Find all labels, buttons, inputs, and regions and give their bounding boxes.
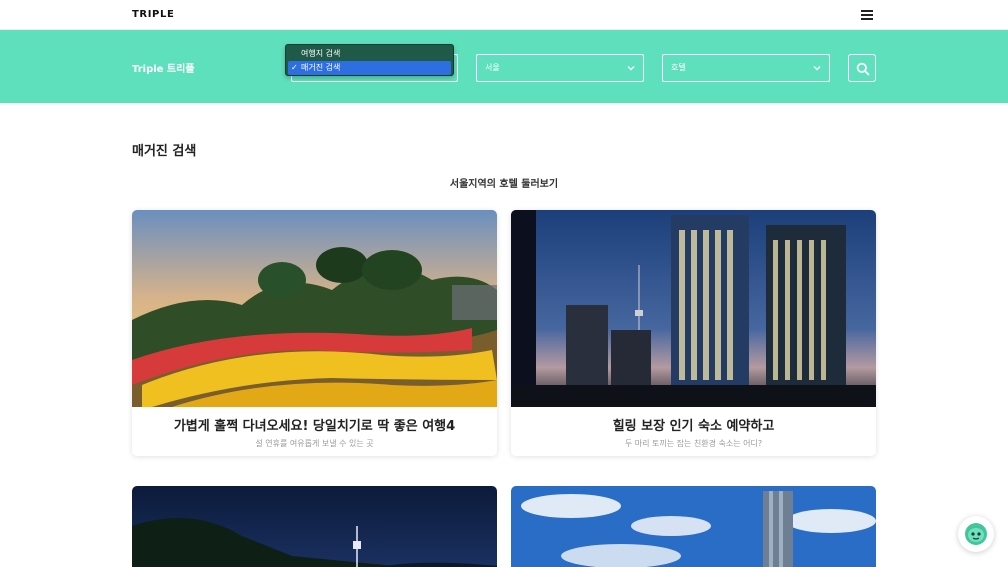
card-title: 힐링 보장 인기 숙소 예약하고 [612,419,775,434]
region-select-value: 서울 [485,63,500,72]
card-subtitle: 두 마리 토끼는 잡는 친환경 숙소는 어디? [624,439,763,448]
dropdown-option-label: 여행지 검색 [301,49,341,58]
chevron-down-icon [813,66,821,71]
card-subtitle: 설 연휴를 여유롭게 보낼 수 있는 곳 [255,439,374,448]
magazine-card[interactable]: 가볍게 훌쩍 다녀오세요! 당일치기로 딱 좋은 여행4 설 연휴를 여유롭게 … [132,210,497,456]
category-select[interactable]: 호텔 [662,54,830,82]
page-title: 매거진 검색 [132,144,197,159]
magazine-card[interactable] [511,486,876,567]
section-title: 서울지역의 호텔 둘러보기 [449,179,559,190]
chatbot-icon [965,523,987,545]
card-image-city [511,210,876,407]
check-icon: ✓ [291,63,298,72]
magazine-card[interactable] [132,486,497,567]
brand-logo[interactable]: TRIPLE [132,9,174,20]
search-button[interactable] [848,54,876,82]
search-band-title: Triple 트리플 [132,64,195,75]
category-select-value: 호텔 [671,63,686,72]
card-image-night-tower [132,486,497,567]
chatbot-button[interactable] [958,516,994,552]
search-band: Triple 트리플 서울 호텔 [0,30,1008,103]
chevron-down-icon [627,66,635,71]
search-type-dropdown: 여행지 검색 ✓ 매거진 검색 [285,44,454,76]
card-image-garden [132,210,497,407]
region-select[interactable]: 서울 [476,54,644,82]
dropdown-option-destination[interactable]: 여행지 검색 [288,47,451,61]
hamburger-icon[interactable] [861,10,873,20]
top-header: TRIPLE [0,0,1008,30]
magazine-card[interactable]: 힐링 보장 인기 숙소 예약하고 두 마리 토끼는 잡는 친환경 숙소는 어디? [511,210,876,456]
dropdown-option-magazine[interactable]: ✓ 매거진 검색 [288,61,451,75]
card-image-tower-day [511,486,876,567]
search-icon [856,62,870,76]
card-title: 가볍게 훌쩍 다녀오세요! 당일치기로 딱 좋은 여행4 [173,419,456,434]
dropdown-option-label: 매거진 검색 [301,63,341,72]
